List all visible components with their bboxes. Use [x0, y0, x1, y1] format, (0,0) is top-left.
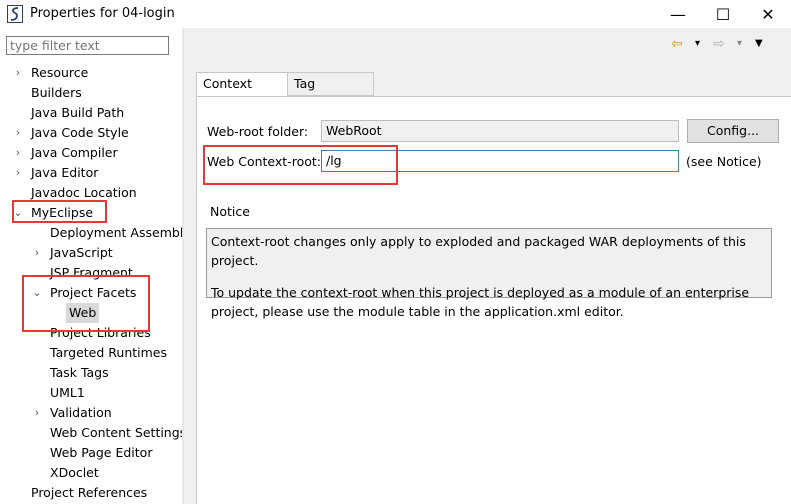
properties-page: ⇦ ▾ ⇨ ▾ ▼ Context Root Tag Libraries Web… [184, 28, 791, 504]
tree-item[interactable]: › Resource [0, 63, 182, 83]
web-root-label: Web-root folder: [207, 124, 309, 139]
tree-item[interactable]: Web Content Settings [0, 423, 182, 443]
window-title: Properties for 04-login [30, 6, 175, 21]
title-bar: Properties for 04-login — ☐ ✕ [0, 0, 791, 28]
tree-item-label: Project References [31, 485, 148, 500]
tab-context-root[interactable]: Context Root [196, 72, 288, 113]
tree-item[interactable]: › Java Editor [0, 163, 182, 183]
notice-box: Context-root changes only apply to explo… [206, 228, 772, 319]
see-notice-text: (see Notice) [686, 154, 762, 169]
tree-item-label: Validation [50, 405, 112, 420]
tree-item[interactable]: Targeted Runtimes [0, 343, 182, 363]
tree-item[interactable]: Project Libraries [0, 323, 182, 343]
tree-item[interactable]: › Validation [0, 403, 182, 423]
tree-item-label: Targeted Runtimes [50, 345, 167, 360]
tree-item[interactable]: UML1 [0, 383, 182, 403]
chevron-down-icon[interactable]: ⌄ [31, 283, 43, 303]
chevron-down-icon[interactable]: ⌄ [12, 203, 24, 223]
tree-item-label: Web Content Settings [50, 425, 182, 440]
chevron-right-icon[interactable]: › [31, 403, 43, 423]
tree-item[interactable]: › Java Compiler [0, 143, 182, 163]
tree-item[interactable]: Javadoc Location [0, 183, 182, 203]
chevron-right-icon[interactable]: › [31, 243, 43, 263]
chevron-right-icon[interactable]: › [12, 163, 24, 183]
tree-item[interactable]: Web [0, 303, 182, 323]
tree-item[interactable]: ⌄ Project Facets [0, 283, 182, 303]
tree-item-label: Javadoc Location [31, 185, 137, 200]
maximize-button[interactable]: ☐ [700, 0, 746, 28]
tree-item-label: Deployment Assembl [50, 225, 182, 240]
tree-item-label: Web Page Editor [50, 445, 153, 460]
view-menu-icon[interactable]: ▼ [755, 38, 763, 49]
tree-item[interactable]: JSP Fragment [0, 263, 182, 283]
tree-item[interactable]: XDoclet [0, 463, 182, 483]
tree-item[interactable]: Task Tags [0, 363, 182, 383]
tree-item[interactable]: › Java Code Style [0, 123, 182, 143]
back-dropdown-icon[interactable]: ▾ [695, 38, 700, 49]
notice-line-2: To update the context-root when this pro… [211, 285, 750, 319]
web-root-field: WebRoot [321, 120, 679, 142]
tree-item[interactable]: Java Build Path [0, 103, 182, 123]
forward-dropdown-icon[interactable]: ▾ [737, 38, 742, 49]
tree-item-label: XDoclet [50, 465, 99, 480]
notice-heading: Notice [210, 204, 250, 219]
tree-item-label: Resource [31, 65, 89, 80]
chevron-right-icon[interactable]: › [12, 143, 24, 163]
tree-item-label: Task Tags [50, 365, 109, 380]
navigation-toolbar: ⇦ ▾ ⇨ ▾ ▼ [671, 36, 791, 54]
tree-item-label: UML1 [50, 385, 85, 400]
chevron-right-icon[interactable]: › [12, 63, 24, 83]
minimize-button[interactable]: — [655, 0, 701, 28]
tree-item[interactable]: Web Page Editor [0, 443, 182, 463]
context-root-label: Web Context-root: [207, 154, 321, 169]
tree-item[interactable]: ⌄ MyEclipse [0, 203, 182, 223]
myeclipse-logo-icon [7, 5, 23, 23]
tree-item-label: JavaScript [50, 245, 113, 260]
filter-input[interactable] [6, 36, 169, 55]
tree-item-label: Java Compiler [31, 145, 118, 160]
tree-item[interactable]: Project References [0, 483, 182, 503]
tab-tag-libraries[interactable]: Tag Libraries [287, 72, 374, 113]
back-arrow-icon[interactable]: ⇦ [671, 36, 683, 52]
tree-item[interactable]: Deployment Assembl [0, 223, 182, 243]
property-tree: › Resource Builders Java Build Path › Java Co… [0, 63, 182, 503]
notice-line-1: Context-root changes only apply to explo… [211, 234, 746, 268]
tree-item-label: JSP Fragment [50, 265, 133, 280]
tree-item-label: Builders [31, 85, 82, 100]
tree-item[interactable]: › JavaScript [0, 243, 182, 263]
forward-arrow-icon[interactable]: ⇨ [713, 36, 725, 52]
config-button[interactable]: Config... [687, 119, 779, 143]
chevron-right-icon[interactable]: › [12, 123, 24, 143]
navigation-pane: › Resource Builders Java Build Path › Java Co… [0, 28, 182, 504]
tree-item-label: MyEclipse [31, 205, 94, 220]
tree-item-label: Java Build Path [31, 105, 125, 120]
tree-item-label: Project Facets [50, 285, 137, 300]
tree-item-label: Java Code Style [31, 125, 129, 140]
tree-item[interactable]: Builders [0, 83, 182, 103]
close-button[interactable]: ✕ [745, 0, 791, 28]
tree-item-label: Java Editor [31, 165, 99, 180]
context-root-input[interactable]: /lg [321, 150, 679, 172]
tree-item-label: Project Libraries [50, 325, 151, 340]
tree-item-label: Web [66, 303, 100, 323]
